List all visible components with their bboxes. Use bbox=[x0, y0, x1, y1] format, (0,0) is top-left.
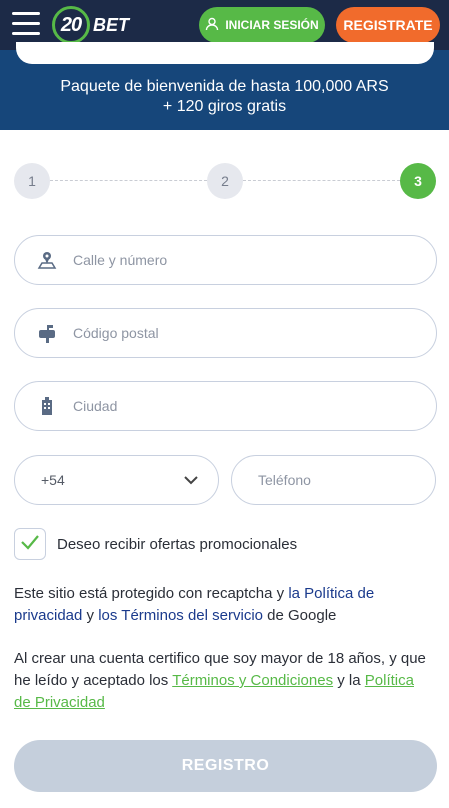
postal-input[interactable] bbox=[73, 325, 373, 341]
country-code-value: +54 bbox=[41, 472, 65, 488]
login-button[interactable]: INICIAR SESIÓN bbox=[199, 7, 325, 43]
phone-field[interactable] bbox=[231, 455, 436, 505]
register-button[interactable]: REGISTRATE bbox=[336, 7, 440, 43]
terms-conditions-link[interactable]: Términos y Condiciones bbox=[172, 672, 333, 689]
phone-input[interactable] bbox=[258, 472, 418, 488]
consent-text: y la bbox=[333, 672, 365, 689]
city-field[interactable] bbox=[14, 381, 437, 431]
promo-label[interactable]: Deseo recibir ofertas promocionales bbox=[57, 536, 297, 553]
step-2: 2 bbox=[207, 163, 243, 199]
menu-icon[interactable] bbox=[12, 12, 40, 36]
recaptcha-text: y bbox=[82, 607, 99, 624]
recaptcha-text: de Google bbox=[263, 607, 337, 624]
map-pin-icon bbox=[37, 250, 57, 270]
submit-registration-button[interactable]: REGISTRO bbox=[14, 740, 437, 792]
logo-badge: 20 bbox=[52, 6, 90, 44]
banner-pill bbox=[16, 42, 434, 64]
street-field[interactable] bbox=[14, 235, 437, 285]
street-input[interactable] bbox=[73, 252, 373, 268]
banner-line-1: Paquete de bienvenida de hasta 100,000 A… bbox=[60, 78, 389, 95]
chevron-down-icon bbox=[184, 472, 198, 488]
login-label: INICIAR SESIÓN bbox=[225, 18, 319, 32]
postal-field[interactable] bbox=[14, 308, 437, 358]
logo-text: BET bbox=[93, 14, 129, 35]
step-1: 1 bbox=[14, 163, 50, 199]
promo-checkbox[interactable] bbox=[14, 528, 46, 560]
welcome-banner: Paquete de bienvenida de hasta 100,000 A… bbox=[0, 42, 449, 130]
recaptcha-notice: Este sitio está protegido con recaptcha … bbox=[14, 583, 434, 627]
building-icon bbox=[37, 396, 57, 416]
user-icon bbox=[205, 17, 219, 34]
step-connector bbox=[50, 180, 207, 181]
consent-notice: Al crear una cuenta certifico que soy ma… bbox=[14, 648, 434, 714]
city-input[interactable] bbox=[73, 398, 373, 414]
step-3: 3 bbox=[400, 163, 436, 199]
recaptcha-text: Este sitio está protegido con recaptcha … bbox=[14, 585, 289, 602]
banner-line-2: + 120 giros gratis bbox=[162, 98, 287, 115]
checkmark-icon bbox=[20, 534, 40, 555]
step-indicator: 1 2 3 bbox=[0, 160, 449, 200]
step-connector bbox=[243, 180, 400, 181]
google-terms-link[interactable]: los Términos del servicio bbox=[98, 607, 263, 624]
registration-page: 20 BET INICIAR SESIÓN REGISTRATE Paquete… bbox=[0, 0, 449, 808]
banner-text: Paquete de bienvenida de hasta 100,000 A… bbox=[0, 77, 449, 117]
brand-logo[interactable]: 20 BET bbox=[52, 6, 129, 44]
country-code-select[interactable]: +54 bbox=[14, 455, 219, 505]
mailbox-icon bbox=[37, 323, 57, 343]
